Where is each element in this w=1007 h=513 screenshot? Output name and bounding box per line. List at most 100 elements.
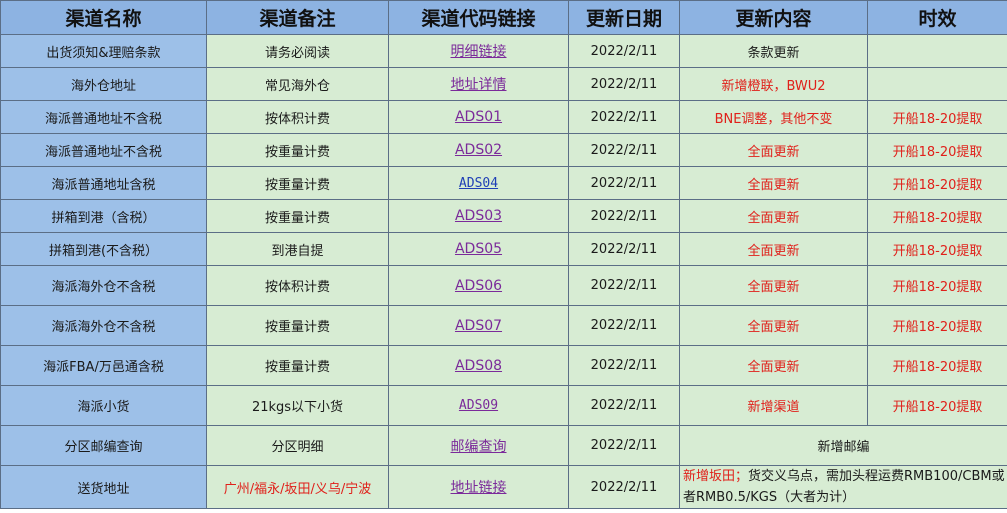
channel-note-cell[interactable]: 按重量计费	[206, 133, 389, 167]
timeliness-cell[interactable]: 开船18-20提取	[867, 345, 1007, 386]
channel-name-cell[interactable]: 海派小货	[0, 385, 207, 426]
channel-name-cell[interactable]: 海派海外仓不含税	[0, 265, 207, 306]
channel-name-cell[interactable]: 海派FBA/万邑通含税	[0, 345, 207, 386]
table-row: 海派海外仓不含税 按重量计费 ADS07 2022/2/11 全面更新 开船18…	[0, 305, 1007, 346]
update-content-cell[interactable]: 全面更新	[679, 265, 868, 306]
channel-link-cell[interactable]: ADS02	[388, 133, 569, 167]
channel-link-cell[interactable]: ADS05	[388, 232, 569, 266]
channel-note-cell[interactable]: 按重量计费	[206, 166, 389, 200]
channel-note-cell[interactable]: 请务必阅读	[206, 34, 389, 68]
channel-name-cell[interactable]: 海派普通地址含税	[0, 166, 207, 200]
update-content-cell[interactable]: 新增邮编	[679, 425, 1007, 466]
channel-name-cell[interactable]: 海派普通地址不含税	[0, 133, 207, 167]
channel-link-cell[interactable]: ADS08	[388, 345, 569, 386]
update-content-cell[interactable]: 全面更新	[679, 232, 868, 266]
ads07-link[interactable]: ADS07	[455, 318, 502, 334]
channel-link-cell[interactable]: 地址详情	[388, 67, 569, 101]
channel-note-cell[interactable]: 21kgs以下小货	[206, 385, 389, 426]
update-content-cell[interactable]: 全面更新	[679, 166, 868, 200]
channel-note-cell[interactable]: 分区明细	[206, 425, 389, 466]
header-channel-name[interactable]: 渠道名称	[0, 0, 207, 35]
timeliness-cell[interactable]: 开船18-20提取	[867, 232, 1007, 266]
header-channel-code-link[interactable]: 渠道代码链接	[388, 0, 569, 35]
channel-link-cell[interactable]: 地址链接	[388, 465, 569, 509]
channel-name-cell[interactable]: 海外仓地址	[0, 67, 207, 101]
update-date-cell[interactable]: 2022/2/11	[568, 100, 680, 134]
channel-note-cell[interactable]: 到港自提	[206, 232, 389, 266]
channel-name-cell[interactable]: 海派海外仓不含税	[0, 305, 207, 346]
update-date-cell[interactable]: 2022/2/11	[568, 305, 680, 346]
channel-link-cell[interactable]: 邮编查询	[388, 425, 569, 466]
channel-note-cell[interactable]: 按重量计费	[206, 199, 389, 233]
header-channel-note[interactable]: 渠道备注	[206, 0, 389, 35]
update-date-cell[interactable]: 2022/2/11	[568, 425, 680, 466]
timeliness-cell[interactable]: 开船18-20提取	[867, 199, 1007, 233]
header-update-date[interactable]: 更新日期	[568, 0, 680, 35]
channel-link-cell[interactable]: 明细链接	[388, 34, 569, 68]
ads02-link[interactable]: ADS02	[455, 142, 502, 158]
channel-link-cell[interactable]: ADS06	[388, 265, 569, 306]
header-update-content[interactable]: 更新内容	[679, 0, 868, 35]
update-content-cell[interactable]: 全面更新	[679, 133, 868, 167]
channel-link-cell[interactable]: ADS09	[388, 385, 569, 426]
table-row: 海派普通地址不含税 按重量计费 ADS02 2022/2/11 全面更新 开船1…	[0, 133, 1007, 167]
delivery-address-link[interactable]: 地址链接	[451, 480, 507, 496]
timeliness-cell[interactable]	[867, 34, 1007, 68]
update-date-cell[interactable]: 2022/2/11	[568, 345, 680, 386]
update-date-cell[interactable]: 2022/2/11	[568, 199, 680, 233]
channel-note-cell[interactable]: 按重量计费	[206, 305, 389, 346]
timeliness-cell[interactable]: 开船18-20提取	[867, 100, 1007, 134]
timeliness-cell[interactable]: 开船18-20提取	[867, 305, 1007, 346]
channel-name-cell[interactable]: 分区邮编查询	[0, 425, 207, 466]
channel-note-cell[interactable]: 常见海外仓	[206, 67, 389, 101]
update-date-cell[interactable]: 2022/2/11	[568, 465, 680, 509]
update-content-cell[interactable]: 新增坂田；货交义乌点，需加头程运费RMB100/CBM或者RMB0.5/KGS（…	[679, 465, 1007, 509]
ads08-link[interactable]: ADS08	[455, 358, 502, 374]
channel-link-cell[interactable]: ADS01	[388, 100, 569, 134]
timeliness-cell[interactable]: 开船18-20提取	[867, 133, 1007, 167]
ads05-link[interactable]: ADS05	[455, 241, 502, 257]
address-detail-link[interactable]: 地址详情	[451, 77, 507, 93]
channel-name-cell[interactable]: 送货地址	[0, 465, 207, 509]
postcode-query-link[interactable]: 邮编查询	[451, 439, 507, 455]
timeliness-cell[interactable]: 开船18-20提取	[867, 385, 1007, 426]
update-content-cell[interactable]: 全面更新	[679, 305, 868, 346]
update-date-cell[interactable]: 2022/2/11	[568, 34, 680, 68]
header-row: 渠道名称 渠道备注 渠道代码链接 更新日期 更新内容 时效	[0, 0, 1007, 35]
channel-note-cell[interactable]: 按重量计费	[206, 345, 389, 386]
channel-name-cell[interactable]: 拼箱到港（含税）	[0, 199, 207, 233]
update-date-cell[interactable]: 2022/2/11	[568, 166, 680, 200]
channel-name-cell[interactable]: 海派普通地址不含税	[0, 100, 207, 134]
update-content-cell[interactable]: 条款更新	[679, 34, 868, 68]
timeliness-cell[interactable]	[867, 67, 1007, 101]
ads06-link[interactable]: ADS06	[455, 278, 502, 294]
detail-link[interactable]: 明细链接	[451, 44, 507, 60]
ads01-link[interactable]: ADS01	[455, 109, 502, 125]
ads09-link[interactable]: ADS09	[459, 398, 498, 413]
channel-link-cell[interactable]: ADS03	[388, 199, 569, 233]
ads04-link[interactable]: ADS04	[459, 176, 498, 191]
update-date-cell[interactable]: 2022/2/11	[568, 265, 680, 306]
channel-name-cell[interactable]: 拼箱到港(不含税）	[0, 232, 207, 266]
channel-note-cell[interactable]: 按体积计费	[206, 265, 389, 306]
timeliness-cell[interactable]: 开船18-20提取	[867, 166, 1007, 200]
update-content-cell[interactable]: BNE调整，其他不变	[679, 100, 868, 134]
update-date-cell[interactable]: 2022/2/11	[568, 133, 680, 167]
channel-link-cell[interactable]: ADS07	[388, 305, 569, 346]
header-timeliness[interactable]: 时效	[867, 0, 1007, 35]
table-row: 送货地址 广州/福永/坂田/义乌/宁波 地址链接 2022/2/11 新增坂田；…	[0, 465, 1007, 509]
ads03-link[interactable]: ADS03	[455, 208, 502, 224]
channel-name-cell[interactable]: 出货须知&理赔条款	[0, 34, 207, 68]
update-date-cell[interactable]: 2022/2/11	[568, 67, 680, 101]
update-date-cell[interactable]: 2022/2/11	[568, 232, 680, 266]
update-content-cell[interactable]: 全面更新	[679, 199, 868, 233]
update-date-cell[interactable]: 2022/2/11	[568, 385, 680, 426]
channel-note-cell[interactable]: 广州/福永/坂田/义乌/宁波	[206, 465, 389, 509]
update-content-cell[interactable]: 全面更新	[679, 345, 868, 386]
channel-link-cell[interactable]: ADS04	[388, 166, 569, 200]
timeliness-cell[interactable]: 开船18-20提取	[867, 265, 1007, 306]
update-content-cell[interactable]: 新增渠道	[679, 385, 868, 426]
table-row: 拼箱到港(不含税） 到港自提 ADS05 2022/2/11 全面更新 开船18…	[0, 232, 1007, 266]
channel-note-cell[interactable]: 按体积计费	[206, 100, 389, 134]
update-content-cell[interactable]: 新增橙联，BWU2	[679, 67, 868, 101]
